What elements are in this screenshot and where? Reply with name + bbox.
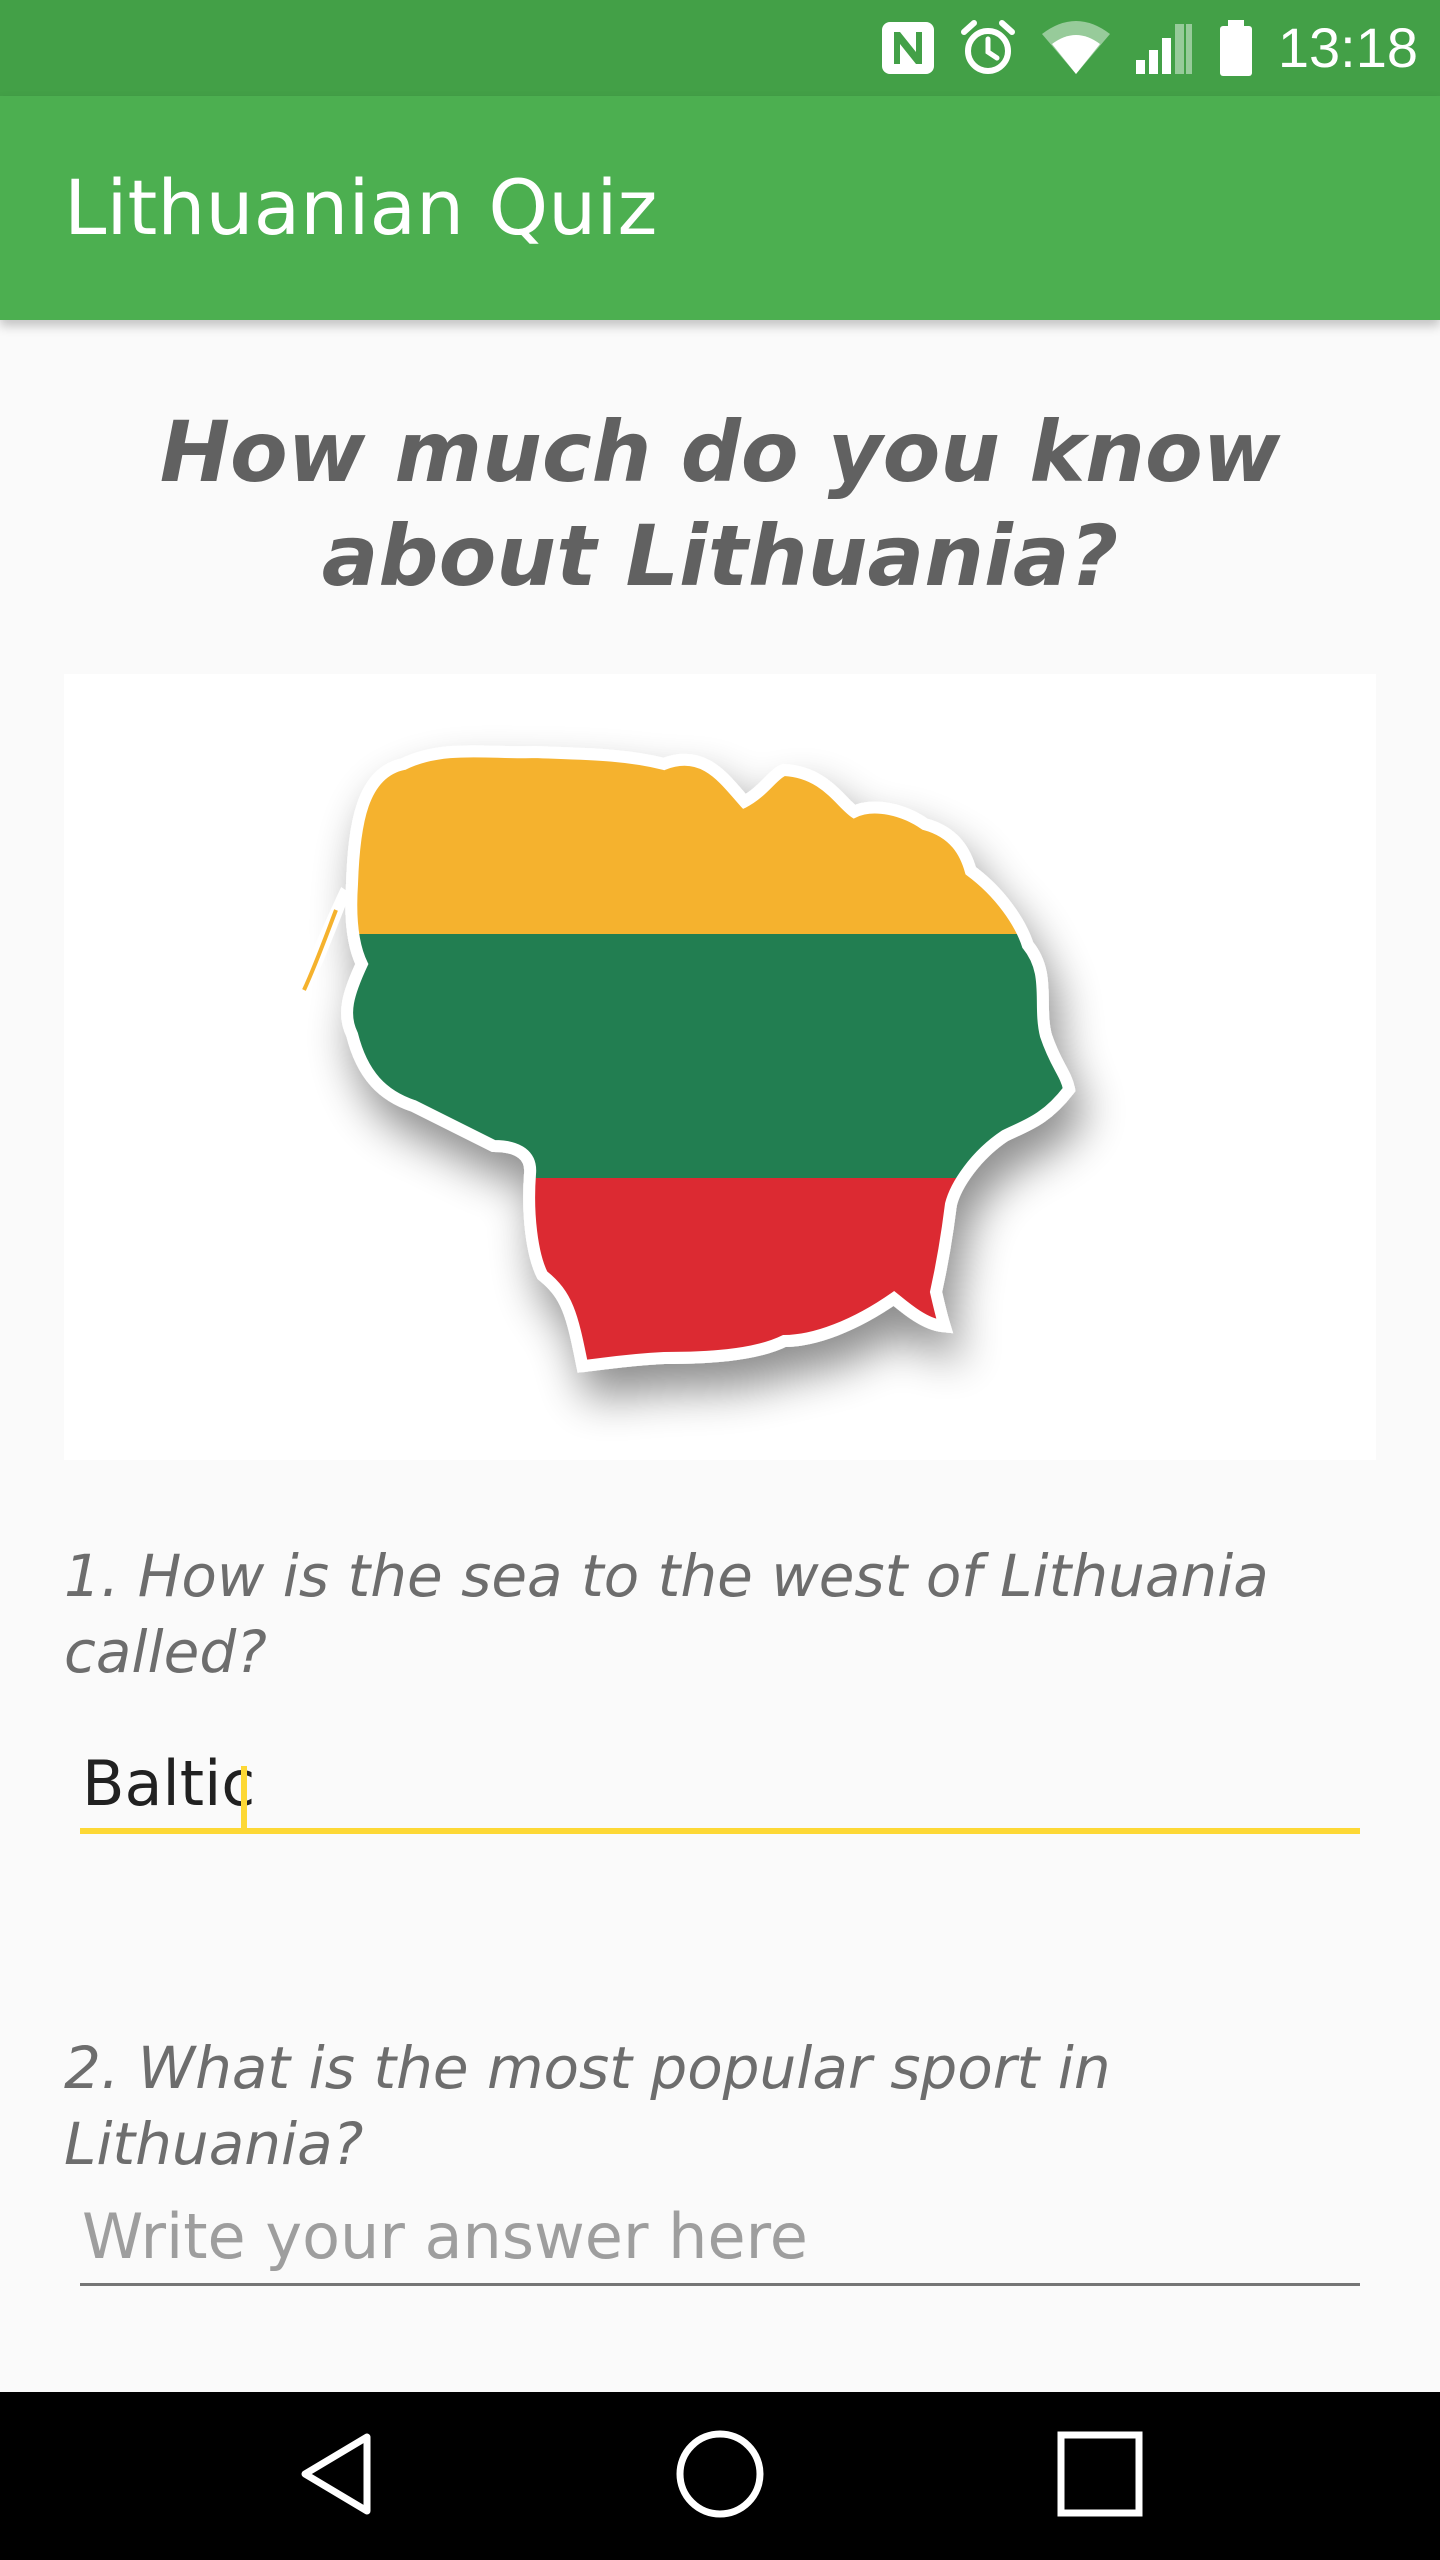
app-bar: Lithuanian Quiz [0,96,1440,320]
back-icon [295,2429,385,2524]
question-2: 2. What is the most popular sport in Lit… [64,2034,1111,2178]
text-cursor [241,1766,247,1832]
signal-icon [1134,20,1194,76]
recents-button[interactable] [1000,2392,1200,2560]
lithuania-flag-map-image [64,674,1376,1460]
home-button[interactable] [620,2392,820,2560]
back-button[interactable] [240,2392,440,2560]
headline-line-2: about Lithuania? [321,507,1119,605]
alarm-icon [958,18,1018,78]
flag-map-shape [64,674,1376,1460]
recents-icon [1055,2429,1145,2524]
status-time: 13:18 [1277,16,1418,79]
status-bar: 13:18 [0,0,1440,96]
nfc-icon [880,20,936,76]
headline: How much do you know about Lithuania? [0,400,1440,608]
answer-1-input[interactable] [80,1738,1360,1834]
navigation-bar [0,2392,1440,2560]
wifi-icon [1040,20,1112,76]
battery-icon [1216,18,1256,78]
app-title: Lithuanian Quiz [64,163,658,252]
question-1: 1. How is the sea to the west of Lithuan… [64,1542,1269,1686]
home-icon [672,2426,768,2527]
answer-2-input[interactable] [80,2190,1360,2286]
status-icons: 13:18 [880,0,1418,96]
headline-line-1: How much do you know [159,403,1281,501]
quiz-content[interactable]: How much do you know about Lithuania? 1.… [0,320,1440,2392]
